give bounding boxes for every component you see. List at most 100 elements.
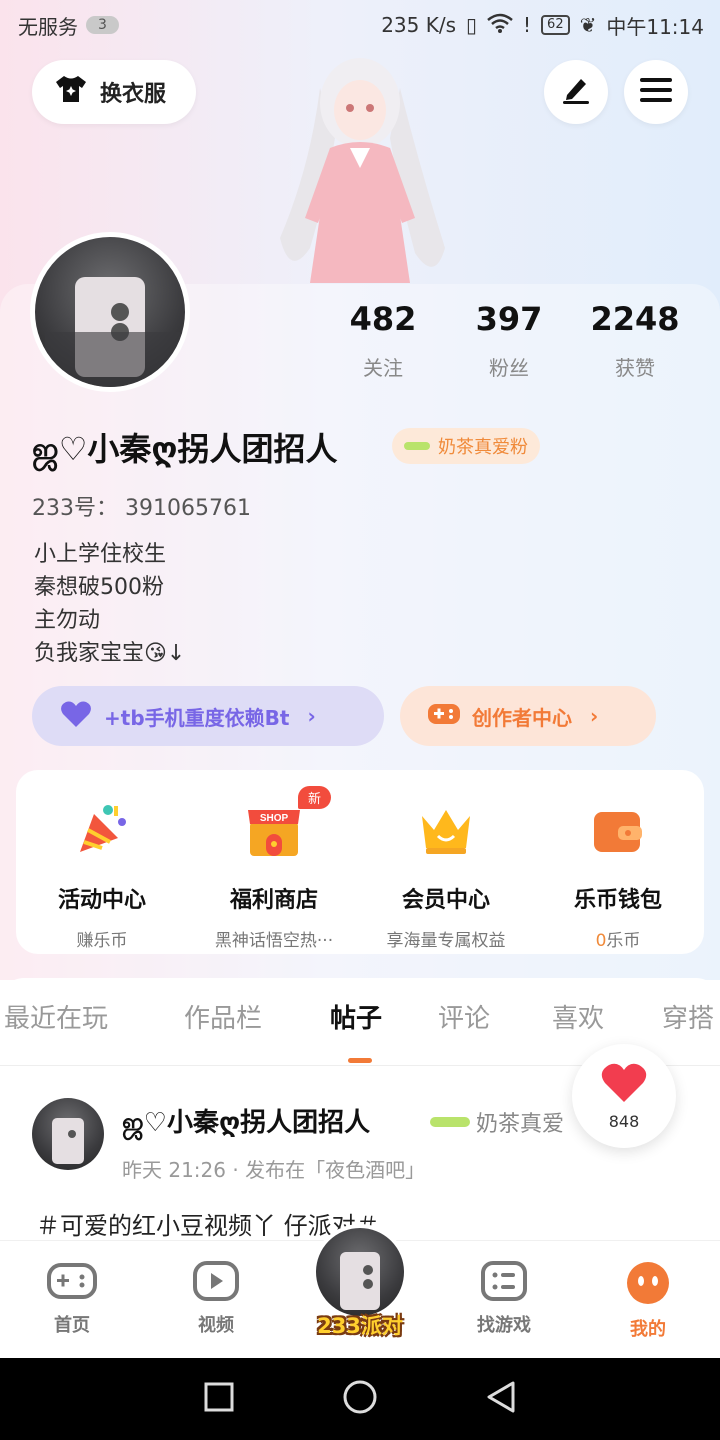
user-id: 233号： 391065761 [32, 496, 251, 521]
following-stat[interactable]: 482 关注 [320, 300, 446, 381]
like-count: 848 [608, 1111, 640, 1131]
shop-sign-text: SHOP [260, 813, 289, 824]
nav-me[interactable]: 我的 [576, 1241, 720, 1358]
shirt-icon [54, 74, 88, 110]
home-icon[interactable] [342, 1379, 378, 1419]
wifi-icon [487, 13, 513, 38]
coin-unit: 乐币 [606, 931, 641, 951]
tab-likes[interactable]: 喜欢 [552, 998, 662, 1035]
followers-label: 粉丝 [489, 356, 529, 380]
bio-line: 小上学住校生 [34, 542, 167, 567]
likes-stat[interactable]: 2248 获赞 [572, 300, 698, 381]
likes-label: 获赞 [615, 356, 655, 380]
creator-center-button[interactable]: 创作者中心 › [400, 686, 656, 746]
pen-icon [559, 75, 593, 109]
vip-center[interactable]: 会员中心 享海量专属权益 [360, 770, 532, 954]
like-button[interactable]: 848 [572, 1044, 676, 1148]
party-avatar-button[interactable] [312, 1224, 408, 1320]
leaf-icon: ❦ [579, 13, 597, 37]
welfare-shop[interactable]: 新 SHOP 福利商店 黑神话悟空热··· [188, 770, 360, 954]
bio-line: 负我家宝宝😘↓ [34, 641, 186, 666]
bio: 小上学住校生 秦想破500粉 主勿动 负我家宝宝😘↓ [34, 538, 185, 670]
party-popper-icon [72, 800, 132, 860]
feature-subtitle: 赚乐币 [76, 931, 128, 951]
recents-icon[interactable] [203, 1381, 235, 1417]
hamburger-icon [640, 77, 672, 107]
post-fan-badge: 奶茶真爱 [430, 1106, 564, 1138]
profile-stats: 482 关注 397 粉丝 2248 获赞 [320, 300, 700, 381]
active-tab-indicator [348, 1058, 372, 1063]
chevron-right-icon: › [307, 704, 316, 728]
wallet-icon [588, 800, 648, 860]
carrier-text: 无服务 [18, 14, 78, 39]
fan-level-pill [430, 1117, 470, 1127]
play-icon [193, 1261, 239, 1305]
feature-subtitle: 享海量专属权益 [386, 931, 506, 951]
fan-badge[interactable]: 奶茶真爱粉 [392, 428, 540, 464]
coin-wallet[interactable]: 乐币钱包 0乐币 [532, 770, 704, 954]
character-avatar[interactable] [250, 48, 470, 288]
notification-count-badge: 3 [86, 16, 119, 34]
edit-profile-button[interactable] [544, 60, 608, 124]
change-outfit-button[interactable]: 换衣服 [32, 60, 196, 124]
nav-video[interactable]: 视频 [144, 1241, 288, 1358]
feature-subtitle: 黑神话悟空热··· [214, 931, 334, 951]
feature-subtitle: 0乐币 [532, 926, 704, 951]
change-outfit-label: 换衣服 [100, 82, 167, 107]
heart-icon [600, 1062, 648, 1108]
coin-balance: 0 [595, 931, 607, 951]
party-label[interactable]: 233派对 [300, 1310, 420, 1340]
shop-icon: SHOP [244, 800, 304, 860]
creator-center-label: 创作者中心 [472, 705, 572, 730]
gamepad-icon [47, 1263, 97, 1305]
heart-icon [60, 700, 92, 733]
nav-label: 视频 [198, 1315, 234, 1336]
tab-recently-played[interactable]: 最近在玩 [4, 998, 184, 1035]
clock: 中午11:14 [606, 14, 704, 39]
bio-line: 主勿动 [34, 608, 101, 633]
fan-badge-label: 奶茶真爱粉 [438, 437, 528, 458]
face-icon [625, 1262, 671, 1309]
followers-count: 397 [475, 300, 543, 338]
followers-stat[interactable]: 397 粉丝 [446, 300, 572, 381]
menu-button[interactable] [624, 60, 688, 124]
list-icon [481, 1261, 527, 1305]
tab-comments[interactable]: 评论 [438, 998, 552, 1035]
likes-count: 2248 [590, 300, 680, 338]
feature-title: 会员中心 [401, 888, 490, 913]
alert-icon: ! [523, 13, 532, 37]
feature-title: 乐币钱包 [573, 888, 662, 913]
fan-level-pill [404, 442, 430, 450]
username: ஜ♡小秦ღ拐人团招人 [32, 430, 338, 468]
battery-icon: 62 [541, 15, 570, 35]
nav-label: 首页 [54, 1315, 90, 1336]
nav-home[interactable]: 首页 [0, 1241, 144, 1358]
tab-posts[interactable]: 帖子 [330, 998, 438, 1035]
system-nav-bar [0, 1358, 720, 1440]
nav-find-games[interactable]: 找游戏 [432, 1241, 576, 1358]
profile-avatar[interactable] [30, 232, 190, 392]
following-count: 482 [349, 300, 417, 338]
back-icon[interactable] [485, 1380, 517, 1418]
phone-dependency-label: +tb手机重度依赖Bt [104, 705, 290, 730]
network-speed: 235 K/s [381, 13, 456, 37]
feature-grid: 活动中心 赚乐币 新 SHOP 福利商店 黑神话悟空热··· 会员中心 享海量专… [16, 770, 704, 954]
post-author-name[interactable]: ஜ♡小秦ღ拐人团招人 [122, 1102, 370, 1141]
nav-label: 我的 [630, 1319, 666, 1340]
post-author-avatar[interactable] [32, 1098, 104, 1170]
content-tabs: 最近在玩 作品栏 帖子 评论 喜欢 穿搭 [4, 998, 720, 1035]
status-bar: 无服务 3 235 K/s ▯ ! 62 ❦ 中午11:14 [0, 0, 720, 50]
post-meta: 昨天 21:26 · 发布在「夜色酒吧」 [122, 1158, 426, 1182]
vibrate-icon: ▯ [466, 13, 478, 37]
new-badge: 新 [298, 786, 332, 809]
feature-title: 活动中心 [57, 888, 146, 913]
phone-dependency-button[interactable]: +tb手机重度依赖Bt › [32, 686, 384, 746]
gamepad-icon [428, 702, 460, 731]
post-fan-badge-label: 奶茶真爱 [476, 1112, 565, 1137]
nav-label: 找游戏 [477, 1315, 531, 1336]
bio-line: 秦想破500粉 [34, 575, 164, 600]
tab-outfits[interactable]: 穿搭 [662, 998, 720, 1035]
tab-works[interactable]: 作品栏 [184, 998, 330, 1035]
crown-icon [416, 800, 476, 860]
activity-center[interactable]: 活动中心 赚乐币 [16, 770, 188, 954]
